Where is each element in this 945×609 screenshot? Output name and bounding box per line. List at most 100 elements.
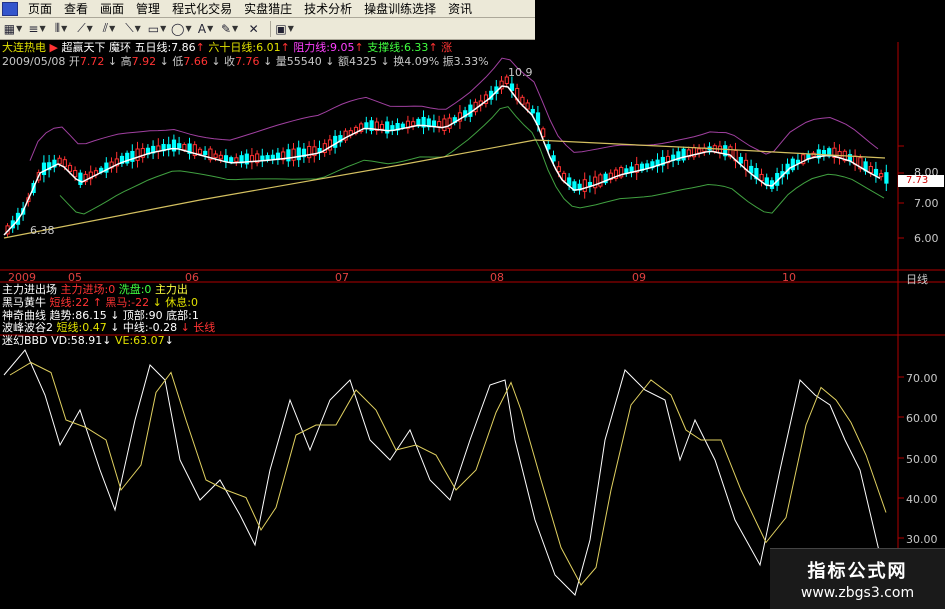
ve-arrow: ↓ — [164, 334, 174, 347]
menu-item-program-trade[interactable]: 程式化交易 — [166, 0, 238, 18]
menu-item-page[interactable]: 页面 — [22, 0, 58, 18]
low-price-mark: 6.38 — [30, 224, 55, 237]
candle-body — [437, 121, 442, 128]
candle-body — [333, 135, 338, 148]
menu-item-view[interactable]: 查看 — [58, 0, 94, 18]
menu-item-manage[interactable]: 管理 — [130, 0, 166, 18]
osc-axis-label: 70.00 — [906, 372, 938, 385]
indicator-value: ↓ 长线 — [180, 321, 216, 334]
grid-icon[interactable]: ▦ ▼ — [2, 20, 24, 38]
candle-body — [291, 148, 296, 161]
candle-body — [223, 155, 229, 162]
cross-icon[interactable]: ✕ — [243, 20, 265, 38]
date-axis-label: 09 — [632, 271, 646, 284]
candle-body — [837, 151, 842, 158]
candle-body — [62, 159, 67, 168]
ma5-arrow: ↑ — [195, 41, 205, 54]
brush-icon[interactable]: ✎ ▼ — [219, 20, 241, 38]
lines-icon[interactable]: ≡ ▼ — [26, 20, 48, 38]
period-label[interactable]: 日线 — [906, 271, 928, 287]
candle-body — [57, 157, 62, 165]
candle-body — [73, 170, 78, 178]
low-value: 7.66 — [183, 55, 208, 68]
osc-axis-label: 40.00 — [906, 493, 938, 506]
candle-body — [879, 173, 884, 178]
trend-icon[interactable]: ⟍ ▼ — [122, 20, 144, 38]
candle-body — [390, 125, 395, 131]
candle-body — [218, 154, 223, 160]
candle-body — [296, 147, 301, 161]
menu-item-tech-analysis[interactable]: 技术分析 — [298, 0, 358, 18]
indicator-row-main-force: 主力进出场 主力进场:0 洗盘:0 主力出 — [2, 284, 188, 296]
marker-icon: ▶ — [49, 41, 58, 54]
indicator-value: 主力出 — [154, 283, 188, 296]
candle-body — [260, 155, 265, 161]
candle-body — [41, 162, 47, 176]
menu-item-news[interactable]: 资讯 — [442, 0, 478, 18]
indicator-value: ↑ 黑马:-22 — [92, 296, 150, 309]
bars-icon[interactable]: ⦀ ▼ — [50, 20, 72, 38]
axis-ticks — [898, 145, 904, 539]
candle-body — [884, 172, 889, 184]
candle-body — [847, 154, 853, 161]
vd-arrow: ↓ — [102, 334, 112, 347]
candle-body — [203, 150, 208, 156]
osc-axis-label: 60.00 — [906, 412, 938, 425]
app-logo-icon — [2, 1, 18, 16]
support-arrow: ↑ — [428, 41, 438, 54]
candle-body — [697, 148, 702, 154]
indicator-value: 短线:22 — [49, 296, 90, 309]
candle-body — [873, 168, 879, 176]
candle-body — [509, 83, 515, 91]
ma5-value: 五日线:7.86 — [134, 41, 196, 54]
menu-item-training[interactable]: 操盘训练选择 — [358, 0, 442, 18]
indicator-value: ↓ 休息:0 — [152, 296, 199, 309]
candle-body — [78, 172, 83, 185]
amount-value: ↓ 额4325 — [325, 55, 377, 68]
circle-icon[interactable]: ◯ ▼ — [170, 20, 193, 38]
candle-body — [551, 155, 556, 162]
candle-body — [197, 148, 203, 155]
open-label: 开 — [68, 55, 80, 68]
high-price-mark: 10.9 — [508, 66, 533, 79]
indicator-name-2: 魔环 — [108, 41, 131, 54]
fan-icon[interactable]: ⟋ ▼ — [74, 20, 96, 38]
close-label: ↓ 收 — [211, 55, 236, 68]
oscillator-lines — [3, 349, 887, 596]
candle-body — [587, 181, 593, 186]
candle-body — [177, 143, 182, 149]
turnover-value: ↓ 换4.09% — [380, 55, 440, 68]
low-label: ↓ 低 — [159, 55, 184, 68]
candle-body — [270, 154, 275, 160]
watermark: 指标公式网 www.zbgs3.com — [770, 548, 945, 609]
candle-body — [379, 124, 385, 130]
high-value: 7.92 — [131, 55, 157, 68]
lower-band-line — [59, 106, 885, 215]
candle-body — [749, 165, 754, 174]
vd-value: VD:58.91 — [51, 334, 103, 347]
save-icon[interactable]: ▣ ▼ — [274, 20, 296, 38]
current-price-tag: 7.73 — [898, 175, 944, 187]
indicator-value: 主力进场:0 — [60, 283, 116, 296]
ma60-value: 六十日线:6.01 — [208, 41, 281, 54]
support-value: 支撑线:6.33 — [367, 41, 429, 54]
stock-name: 大连热电 — [2, 41, 46, 54]
candle-body — [411, 121, 416, 127]
upper-band-line — [29, 57, 879, 161]
osc-axis-label: 30.00 — [906, 533, 938, 546]
channel-icon[interactable]: ⫽ ▼ — [98, 20, 120, 38]
volume-value: ↓ 量55540 — [263, 55, 322, 68]
text-icon[interactable]: A ▼ — [195, 20, 217, 38]
candle-body — [135, 148, 140, 161]
candle-body — [759, 173, 764, 182]
indicator-value: 短线:0.47 — [56, 321, 107, 334]
candle-body — [166, 144, 171, 149]
candle-body — [738, 156, 743, 164]
menu-bar: 页面 查看 画面 管理 程式化交易 实盘猎庄 技术分析 操盘训练选择 资讯 — [0, 0, 535, 18]
menu-item-screen[interactable]: 画面 — [94, 0, 130, 18]
candle-body — [525, 102, 530, 110]
candle-body — [624, 168, 629, 174]
menu-item-hunt[interactable]: 实盘猎庄 — [238, 0, 298, 18]
rect-icon[interactable]: ▭ ▼ — [146, 20, 168, 38]
watermark-url: www.zbgs3.com — [800, 585, 915, 601]
